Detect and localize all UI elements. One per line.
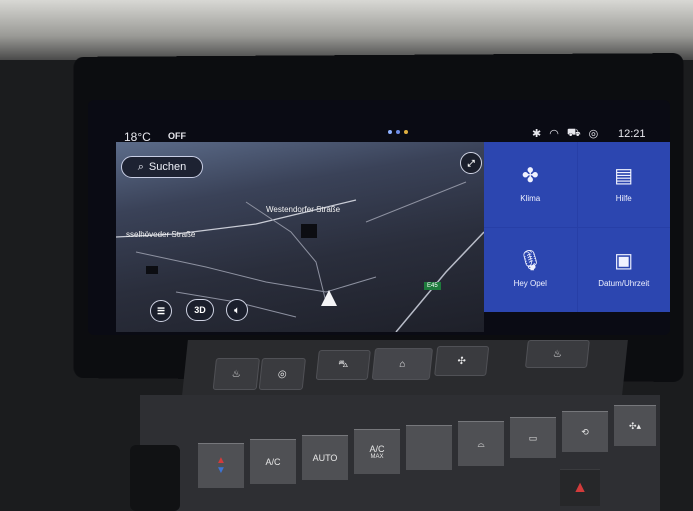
- view-mode-label: 3D: [194, 305, 206, 315]
- search-icon: ⌕: [137, 160, 144, 173]
- recirculation-icon: ⟲: [581, 426, 589, 437]
- navigation-map[interactable]: ⌕ Suchen ⤢ Westendorfer Straße sselhöved…: [116, 142, 484, 332]
- seat-heat-icon: ♨: [231, 368, 242, 380]
- steering-wheel-icon: ◎: [277, 368, 288, 380]
- expand-map-button[interactable]: ⤢: [460, 152, 482, 174]
- bluetooth-icon: ✱: [532, 128, 542, 140]
- status-icons: ✱ ◠ ⛟ ◎: [532, 127, 598, 141]
- expand-icon: ⤢: [467, 157, 475, 168]
- tile-hey-opel[interactable]: 🎙︎ Hey Opel: [484, 227, 577, 312]
- fan-icon: ✣: [456, 355, 467, 367]
- auto-button[interactable]: AUTO: [302, 435, 348, 480]
- seat-heat-icon: ♨: [552, 348, 563, 360]
- tile-label: Klima: [520, 193, 541, 203]
- view-mode-button[interactable]: 3D: [186, 299, 214, 321]
- dashboard-surface: [0, 0, 693, 60]
- fan-speed-icon: ✣▴: [628, 420, 642, 431]
- street-label: sselhöveder Straße: [126, 230, 196, 239]
- home-button[interactable]: ⌂: [371, 348, 434, 380]
- steering-heat-button[interactable]: ◎: [258, 358, 306, 390]
- ac-max-sub-label: MAX: [370, 454, 384, 460]
- street-label: Westendorfer Straße: [266, 205, 341, 214]
- route-badge: E45: [424, 282, 441, 290]
- ac-max-button[interactable]: A/C MAX: [354, 429, 400, 474]
- temp-up-down-icon: ▲ ▼: [216, 455, 226, 476]
- hazard-triangle-icon: ▲: [572, 479, 588, 496]
- audio-guidance-button[interactable]: 🔈︎: [226, 299, 248, 321]
- windshield-defrost-icon: ⌓: [477, 438, 485, 449]
- tile-label: Datum/Uhrzeit: [598, 279, 650, 289]
- rear-seat-heat-button[interactable]: ♨: [524, 340, 590, 368]
- page-dot: [388, 130, 392, 134]
- climate-panel: ▲ ▼ A/C AUTO A/C MAX ⌓ ▭ ⟲ ✣▴ ▲: [140, 395, 660, 511]
- page-dot: [404, 130, 408, 134]
- ac-button[interactable]: A/C: [250, 439, 296, 484]
- car-icon: ⛍: [337, 358, 350, 370]
- search-label: Suchen: [148, 161, 187, 173]
- wifi-icon: ◠: [549, 128, 559, 140]
- tile-label: Hey Opel: [513, 279, 547, 289]
- seat-heat-button[interactable]: ♨: [212, 358, 260, 390]
- fan-speed-button[interactable]: ✣▴: [614, 405, 656, 446]
- tile-datum-uhrzeit[interactable]: ▣ Datum/Uhrzeit: [577, 227, 670, 312]
- calendar-clock-icon: ▣: [614, 250, 634, 273]
- manual-book-icon: ▤: [614, 164, 634, 187]
- page-dot: [396, 130, 400, 134]
- tile-label: Hilfe: [615, 193, 632, 203]
- volume-knob[interactable]: [130, 445, 180, 511]
- hazard-button[interactable]: ▲: [560, 469, 600, 506]
- page-indicator: [388, 130, 408, 134]
- blank-button[interactable]: [406, 425, 452, 470]
- recirculation-button[interactable]: ⟲: [562, 411, 608, 452]
- vehicle-position-arrow: [321, 290, 337, 306]
- ac-max-label: A/C: [369, 444, 385, 454]
- temperature-rocker[interactable]: ▲ ▼: [198, 443, 244, 488]
- rear-defrost-button[interactable]: ▭: [510, 417, 556, 458]
- speaker-icon: 🔈︎: [234, 304, 240, 315]
- hard-key-row: ♨ ◎ ⛍ ⌂ ✣ ♨: [182, 340, 628, 395]
- rear-defrost-icon: ▭: [528, 432, 538, 443]
- vehicle-button[interactable]: ⛍: [315, 350, 371, 380]
- front-defrost-button[interactable]: ⌓: [458, 421, 504, 466]
- tile-hilfe[interactable]: ▤ Hilfe: [577, 142, 670, 227]
- search-button[interactable]: ⌕ Suchen: [121, 156, 203, 178]
- shortcut-tiles: ✤ Klima ▤ Hilfe 🎙︎ Hey Opel ▣ Datum/Uhrz…: [484, 142, 670, 312]
- tile-klima[interactable]: ✤ Klima: [484, 142, 577, 227]
- menu-icon: ☰: [156, 305, 166, 316]
- home-icon: ⌂: [398, 358, 406, 370]
- microphone-icon: 🎙︎: [517, 250, 543, 273]
- clock: 12:21: [618, 128, 646, 140]
- car-icon: ⛟: [566, 127, 581, 139]
- fan-button[interactable]: ✣: [434, 346, 490, 376]
- fan-temperature-icon: ✤: [521, 164, 539, 187]
- location-icon: ◎: [588, 128, 599, 140]
- infotainment-screen: 18°C OFF ✱ ◠ ⛟ ◎ 12:21 ⌕ Suchen ⤢ Westen…: [88, 100, 670, 335]
- climate-state[interactable]: OFF: [168, 131, 186, 141]
- menu-button[interactable]: ☰: [150, 300, 172, 322]
